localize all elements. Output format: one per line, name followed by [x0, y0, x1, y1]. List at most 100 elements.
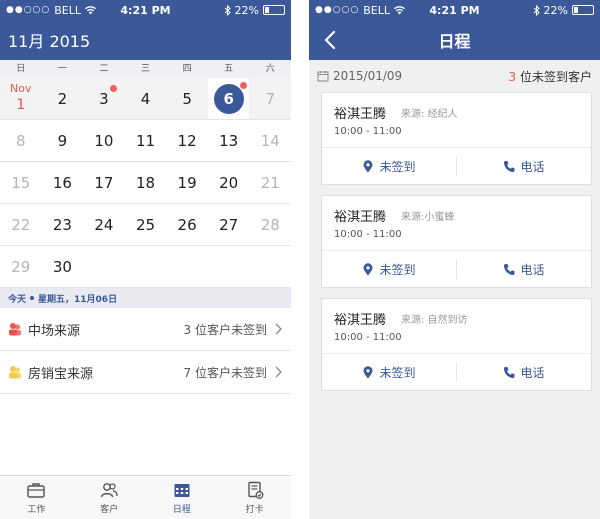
- tab-checkin[interactable]: 打卡: [218, 476, 291, 519]
- calendar-day[interactable]: 29: [0, 246, 42, 287]
- today-label: 今天: [8, 294, 27, 305]
- card-actions: 未签到 电话: [322, 147, 591, 184]
- status-bar: ●●○○○ BELL 4:21 PM 22%: [0, 0, 291, 20]
- calendar-day[interactable]: 4: [125, 78, 167, 119]
- checkin-button[interactable]: 未签到: [322, 158, 456, 175]
- calendar-day[interactable]: 17: [83, 162, 125, 203]
- phone-icon: [504, 263, 515, 275]
- appointment-time: 10:00 - 11:00: [334, 126, 402, 137]
- calendar-day[interactable]: 6: [207, 78, 250, 119]
- calendar-grid: Nov 1 2 3 4 5 6 7 8 9 10 11 12 13 14 15 16 17 18 19 20 21 22 23…: [0, 78, 291, 288]
- tab-briefcase[interactable]: 工作: [0, 476, 73, 519]
- calendar-day[interactable]: 30: [42, 246, 84, 287]
- call-button[interactable]: 电话: [457, 364, 591, 381]
- users-icon: [100, 483, 118, 498]
- calendar-day[interactable]: 15: [0, 162, 42, 203]
- weekday-header: 日一二三四五六: [0, 60, 291, 78]
- calendar-day[interactable]: 8: [0, 120, 42, 161]
- day-number: 12: [177, 131, 197, 150]
- calendar-day[interactable]: 12: [166, 120, 208, 161]
- day-number: 5: [182, 89, 192, 108]
- day-number: 2: [57, 89, 68, 108]
- calendar-day[interactable]: 27: [208, 204, 250, 245]
- source-row[interactable]: 中场来源 3 位客户未签到: [0, 308, 291, 351]
- calendar-day[interactable]: 7: [249, 78, 291, 119]
- day-number: 11: [135, 131, 156, 150]
- day-number: 24: [94, 215, 114, 234]
- checkin-label: 未签到: [379, 159, 416, 174]
- calendar-week-row: 8 9 10 11 12 13 14: [0, 120, 291, 162]
- weekday-label: 一: [57, 64, 67, 74]
- calendar-day[interactable]: 21: [249, 162, 291, 203]
- day-number: 16: [52, 173, 72, 192]
- month-title[interactable]: 11月 2015: [0, 28, 90, 52]
- bullet-icon: [30, 296, 35, 300]
- calendar-day[interactable]: 18: [125, 162, 167, 203]
- calendar-day[interactable]: 13: [208, 120, 250, 161]
- phone-icon: [504, 160, 515, 172]
- appointment-time: 10:00 - 11:00: [334, 229, 402, 240]
- unsigned-count-suffix: 位未签到客户: [516, 69, 592, 84]
- day-number: 19: [177, 173, 197, 192]
- calendar-day[interactable]: 28: [249, 204, 291, 245]
- calendar-day[interactable]: 23: [42, 204, 84, 245]
- calendar-empty-cell: [166, 246, 208, 287]
- appointment-card: 裕淇王腾 来源: 自然到访 10:00 - 11:00 未签到 电话: [321, 298, 592, 391]
- source-unsigned-count: 7 位客户未签到: [183, 365, 267, 380]
- calendar-day[interactable]: Nov 1: [0, 78, 42, 119]
- calendar-empty-cell: [125, 246, 167, 287]
- checkin-button[interactable]: 未签到: [322, 261, 456, 278]
- calendar-day[interactable]: 22: [0, 204, 42, 245]
- call-button[interactable]: 电话: [457, 158, 591, 175]
- calendar-day[interactable]: 14: [249, 120, 291, 161]
- location-pin-icon: [363, 159, 373, 172]
- today-date: 星期五，11月06日: [38, 294, 118, 305]
- call-label: 电话: [520, 159, 545, 174]
- tab-label: 日程: [172, 505, 191, 515]
- source-label: 房销宝来源: [28, 366, 94, 382]
- client-source: 来源: 自然到访: [401, 315, 468, 326]
- day-number: 25: [135, 215, 156, 234]
- call-label: 电话: [520, 365, 545, 380]
- card-actions: 未签到 电话: [322, 250, 591, 287]
- calendar-day[interactable]: 20: [208, 162, 250, 203]
- calendar-day[interactable]: 5: [166, 78, 208, 119]
- calendar-day[interactable]: 16: [42, 162, 84, 203]
- tab-label: 打卡: [245, 505, 264, 515]
- day-number: 18: [135, 173, 156, 192]
- call-label: 电话: [520, 262, 545, 277]
- calendar-day[interactable]: 10: [83, 120, 125, 161]
- calendar-small-icon: [317, 71, 329, 82]
- calendar-day[interactable]: 11: [125, 120, 167, 161]
- day-number: 29: [11, 257, 31, 276]
- calendar-week-row: 29 30: [0, 246, 291, 288]
- calendar-day[interactable]: 24: [83, 204, 125, 245]
- month-marker: Nov: [10, 82, 32, 95]
- source-unsigned-count: 3 位客户未签到: [183, 322, 267, 337]
- calendar-day[interactable]: 2: [42, 78, 84, 119]
- appointment-list: 裕淇王腾 来源: 经纪人 10:00 - 11:00 未签到 电话 裕淇王腾 来源:小蜜蜂 1…: [309, 92, 600, 391]
- calendar-day[interactable]: 19: [166, 162, 208, 203]
- day-number: 1: [16, 96, 26, 113]
- call-button[interactable]: 电话: [457, 261, 591, 278]
- checkin-button[interactable]: 未签到: [322, 364, 456, 381]
- tab-calendar[interactable]: 日程: [146, 476, 219, 519]
- unsigned-count: 3 位未签到客户: [509, 68, 592, 85]
- calendar-day[interactable]: 9: [42, 120, 84, 161]
- source-list: 中场来源 3 位客户未签到房销宝来源 7 位客户未签到: [0, 308, 291, 394]
- people-icon: [9, 366, 21, 379]
- day-number: 9: [57, 131, 68, 150]
- day-number: 8: [16, 131, 26, 150]
- calendar-empty-cell: [249, 246, 291, 287]
- chevron-right-icon: [275, 366, 282, 378]
- back-chevron-icon[interactable]: [319, 28, 343, 52]
- phone-icon: [504, 366, 515, 378]
- tab-users[interactable]: 客户: [73, 476, 146, 519]
- day-number: 23: [52, 215, 72, 234]
- calendar-day[interactable]: 3: [83, 78, 125, 119]
- source-row[interactable]: 房销宝来源 7 位客户未签到: [0, 351, 291, 394]
- calendar-day[interactable]: 26: [166, 204, 208, 245]
- calendar-day[interactable]: 25: [125, 204, 167, 245]
- tab-bar: 工作 客户 日程 打卡: [0, 475, 291, 519]
- day-number: 21: [260, 173, 280, 192]
